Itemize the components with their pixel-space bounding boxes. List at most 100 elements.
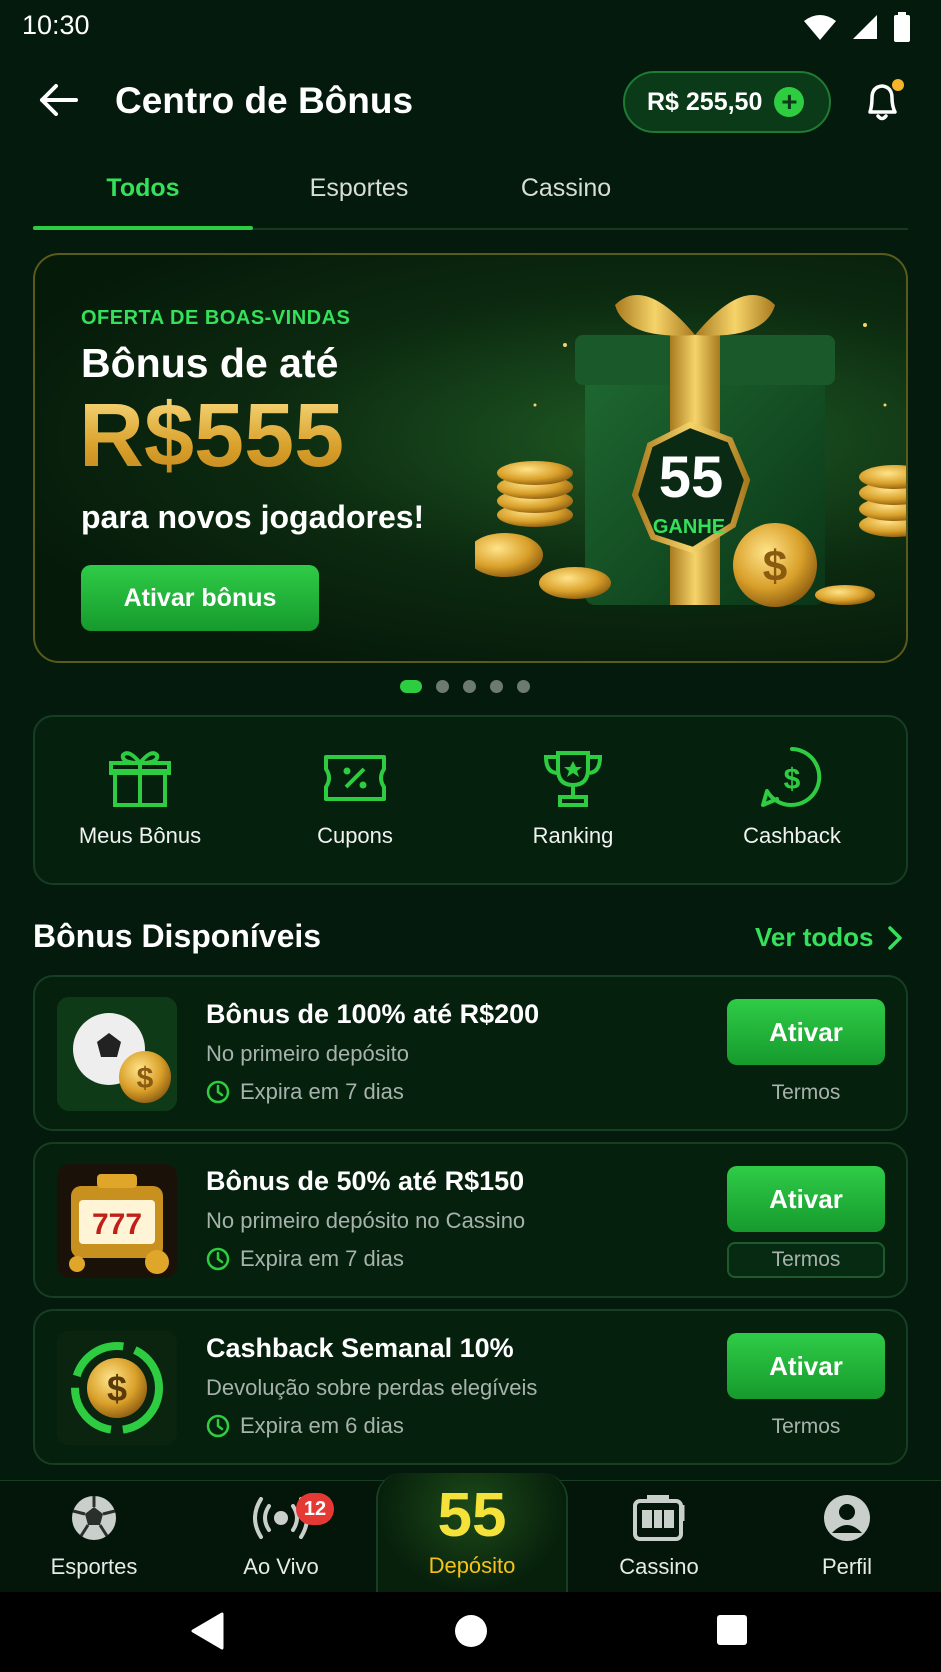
nav-deposito[interactable]: 55 Depósito [376, 1473, 568, 1593]
carousel-dot-2[interactable] [436, 680, 449, 693]
bonus-subtitle: Devolução sobre perdas elegíveis [206, 1375, 538, 1400]
activate-button[interactable]: Ativar [727, 999, 885, 1065]
arrow-left-icon [40, 84, 78, 116]
banner-amount: R$555 [79, 386, 345, 486]
nav-label: Depósito [428, 1553, 516, 1578]
gift-icon [109, 751, 171, 807]
brand-55-logo: 55 [437, 1481, 507, 1550]
terms-link[interactable]: Termos [727, 1075, 885, 1111]
add-funds-icon[interactable]: + [774, 87, 805, 117]
status-time: 10:30 [22, 10, 90, 40]
banner-eyebrow: OFERTA DE BOAS-VINDAS [81, 307, 351, 329]
back-button[interactable] [36, 78, 80, 122]
svg-text:$: $ [137, 1062, 154, 1095]
activate-button[interactable]: Ativar [727, 1333, 885, 1399]
quick-action-meus-bonus[interactable]: Meus Bônus [40, 745, 240, 849]
clock-icon [206, 1080, 230, 1104]
soccer-ball-icon [72, 1496, 116, 1540]
terms-link[interactable]: Termos [727, 1242, 885, 1278]
clock-icon [206, 1247, 230, 1271]
banner-badge-text: GANHE [653, 516, 725, 538]
bonus-expiry: Expira em 7 dias [240, 1246, 404, 1271]
chevron-right-icon [888, 925, 903, 950]
balance-amount: R$ 255,50 [647, 87, 763, 116]
system-navigation-bar [0, 1592, 941, 1672]
quick-action-cupons[interactable]: Cupons [255, 745, 455, 849]
quick-action-ranking[interactable]: Ranking [473, 745, 673, 849]
gift-box-illustration: 55 GANHE $ [475, 295, 906, 607]
bonus-card: 777 Bônus de 50% até R$150 No primeiro d… [33, 1142, 908, 1298]
activate-bonus-button[interactable]: Ativar bônus [81, 565, 319, 631]
trophy-icon [543, 751, 603, 807]
system-recents-icon[interactable] [716, 1614, 748, 1646]
bonus-thumbnail-slot: 777 [57, 1164, 177, 1278]
bottom-navigation: Esportes 12 Ao Vivo 55 Depósito Cassino … [0, 1473, 941, 1593]
nav-label: Cassino [619, 1554, 699, 1579]
battery-icon [894, 12, 910, 42]
tab-bar: Todos Esportes Cassino [33, 170, 908, 230]
wifi-icon [804, 15, 836, 40]
quick-action-label: Cupons [317, 823, 393, 848]
quick-action-label: Meus Bônus [78, 823, 202, 848]
tab-todos[interactable]: Todos [33, 174, 253, 203]
slot-digits: 777 [92, 1208, 142, 1241]
nav-perfil[interactable]: Perfil [762, 1493, 932, 1580]
banner-headline: Bônus de até [81, 340, 339, 386]
nav-label: Ao Vivo [243, 1554, 319, 1579]
terms-link[interactable]: Termos [727, 1409, 885, 1445]
tab-esportes[interactable]: Esportes [249, 174, 469, 203]
see-all-label: Ver todos [755, 922, 874, 952]
bonus-subtitle: No primeiro depósito [206, 1041, 409, 1066]
notifications-button[interactable] [858, 76, 908, 126]
clock-icon [206, 1414, 230, 1438]
quick-actions-panel: Meus Bônus Cupons Ranking $ Cashback [33, 715, 908, 885]
bonus-thumbnail-cashback: $ [57, 1331, 177, 1445]
carousel-dot-4[interactable] [490, 680, 503, 693]
bonus-subtitle: No primeiro depósito no Cassino [206, 1208, 526, 1233]
coupon-icon [324, 755, 386, 801]
slot-777-illustration: 777 [57, 1164, 177, 1278]
tab-cassino[interactable]: Cassino [456, 174, 676, 203]
bonus-title: Bônus de 50% até R$150 [206, 1166, 525, 1196]
cashback-coin-illustration: $ [57, 1331, 177, 1445]
nav-label: Esportes [50, 1554, 138, 1579]
balance-pill[interactable]: R$ 255,50 + [623, 71, 831, 133]
carousel-dots [400, 680, 530, 693]
bonus-thumbnail-soccer: $ [57, 997, 177, 1111]
active-tab-indicator [33, 226, 253, 230]
banner-coin-symbol: $ [763, 542, 787, 591]
slot-machine-icon [633, 1495, 685, 1541]
bonus-expiry: Expira em 6 dias [240, 1413, 404, 1438]
see-all-link[interactable]: Ver todos [755, 922, 903, 953]
soccer-coin-illustration: $ [57, 997, 177, 1111]
banner-subline: para novos jogadores! [81, 499, 425, 535]
bonus-title: Cashback Semanal 10% [206, 1333, 514, 1363]
section-title: Bônus Disponíveis [33, 918, 322, 954]
welcome-offer-banner[interactable]: 55 GANHE $ OFERTA DE BOAS-VINDAS Bônus d… [33, 253, 908, 663]
cashback-coin-symbol: $ [107, 1368, 127, 1409]
cellular-signal-icon [853, 15, 877, 39]
status-bar: 10:30 [0, 0, 941, 52]
quick-action-cashback[interactable]: $ Cashback [692, 745, 892, 849]
bonus-title: Bônus de 100% até R$200 [206, 999, 540, 1029]
profile-icon [824, 1495, 870, 1541]
page-title: Centro de Bônus [115, 80, 414, 121]
quick-action-label: Cashback [743, 823, 841, 848]
bell-icon [868, 79, 904, 121]
activate-button[interactable]: Ativar [727, 1166, 885, 1232]
live-count-badge: 12 [296, 1493, 334, 1525]
nav-cassino[interactable]: Cassino [574, 1493, 744, 1580]
carousel-dot-3[interactable] [463, 680, 476, 693]
system-home-icon[interactable] [453, 1613, 489, 1649]
quick-action-label: Ranking [532, 823, 614, 848]
nav-label: Perfil [821, 1554, 873, 1579]
cashback-icon: $ [761, 747, 822, 807]
banner-badge-number: 55 [659, 445, 724, 510]
bonus-expiry: Expira em 7 dias [240, 1079, 404, 1104]
bonus-card: $ Cashback Semanal 10% Devolução sobre p… [33, 1309, 908, 1465]
carousel-dot-5[interactable] [517, 680, 530, 693]
carousel-dot-1[interactable] [400, 680, 422, 693]
nav-ao-vivo[interactable]: 12 Ao Vivo [196, 1493, 366, 1580]
nav-esportes[interactable]: Esportes [9, 1493, 179, 1580]
system-back-icon[interactable] [190, 1612, 224, 1650]
